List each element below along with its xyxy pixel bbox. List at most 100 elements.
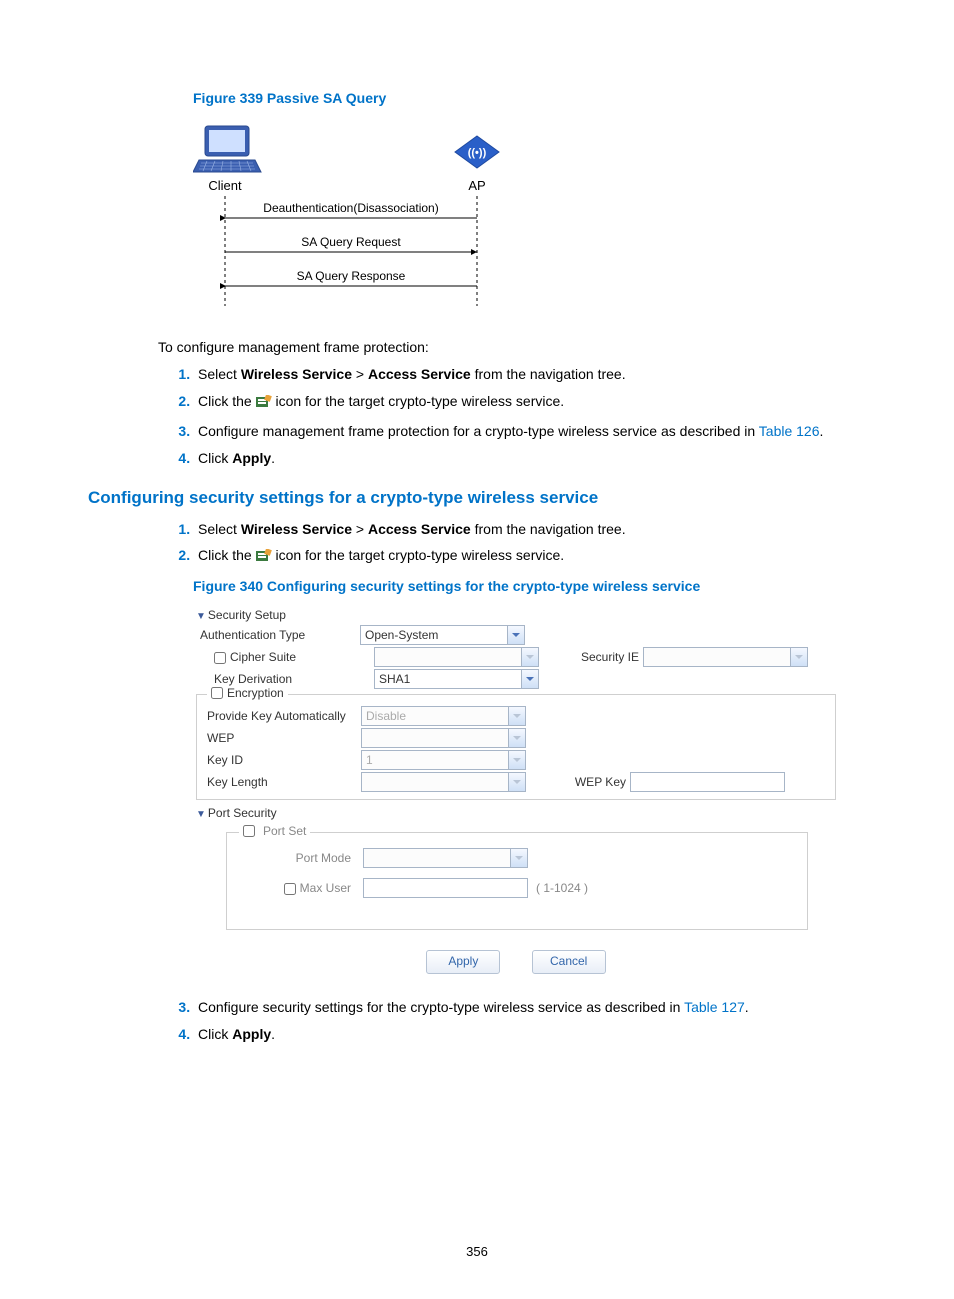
key-derivation-select[interactable]: SHA1 [374, 669, 539, 689]
text: icon for the target crypto-type wireless… [272, 393, 565, 409]
port-security-toggle[interactable]: ▼Port Security [196, 804, 836, 822]
cipher-suite-select[interactable] [374, 647, 539, 667]
step-a-1: Select Wireless Service > Access Service… [194, 365, 866, 384]
text: Click [198, 1026, 232, 1042]
access-service-bold: Access Service [368, 521, 471, 537]
steps-list-b-part1: Select Wireless Service > Access Service… [158, 520, 866, 569]
port-set-checkbox[interactable] [243, 825, 255, 837]
diagram-client-label: Client [208, 178, 242, 193]
chevron-down-icon [508, 751, 525, 769]
max-user-label: Max User [237, 881, 363, 895]
auth-type-value: Open-System [365, 628, 438, 642]
service-edit-icon [256, 549, 272, 568]
text: from the navigation tree. [471, 521, 626, 537]
security-setup-toggle[interactable]: ▼Security Setup [196, 606, 836, 624]
wireless-service-bold: Wireless Service [241, 366, 352, 382]
diagram-msg-3: SA Query Response [297, 269, 406, 283]
wep-label: WEP [203, 731, 361, 745]
text: > [352, 521, 368, 537]
chevron-down-icon [790, 648, 807, 666]
step-b-3: Configure security settings for the cryp… [194, 998, 866, 1017]
key-length-label: Key Length [203, 775, 361, 789]
cipher-suite-checkbox[interactable] [214, 652, 226, 664]
table-127-link[interactable]: Table 127 [684, 999, 745, 1015]
wep-select[interactable] [361, 728, 526, 748]
port-security-header-label: Port Security [208, 806, 277, 820]
intro-text-1: To configure management frame protection… [158, 339, 866, 355]
chevron-down-icon [521, 670, 538, 688]
wireless-service-bold: Wireless Service [241, 521, 352, 537]
diagram-msg-1: Deauthentication(Disassociation) [263, 201, 438, 215]
provide-key-value: Disable [366, 709, 406, 723]
text: Select [198, 366, 241, 382]
encryption-group: Encryption Provide Key Automatically Dis… [196, 694, 836, 800]
wep-key-input[interactable] [630, 772, 785, 792]
chevron-down-icon [508, 773, 525, 791]
figure-340-caption: Figure 340 Configuring security settings… [193, 578, 866, 594]
access-service-bold: Access Service [368, 366, 471, 382]
security-setup-panel: ▼Security Setup Authentication Type Open… [196, 606, 836, 974]
key-id-value: 1 [366, 753, 373, 767]
provide-key-select[interactable]: Disable [361, 706, 526, 726]
key-id-label: Key ID [203, 753, 361, 767]
wep-key-label: WEP Key [556, 775, 630, 789]
port-mode-select[interactable] [363, 848, 528, 868]
provide-key-label: Provide Key Automatically [203, 709, 361, 723]
security-ie-label: Security IE [569, 650, 643, 664]
cancel-button[interactable]: Cancel [532, 950, 606, 974]
service-edit-icon [256, 395, 272, 414]
max-user-hint: ( 1-1024 ) [536, 881, 588, 895]
key-derivation-label: Key Derivation [196, 672, 374, 686]
steps-list-b-part2: Configure security settings for the cryp… [158, 998, 866, 1044]
encryption-legend-text: Encryption [227, 686, 284, 700]
text: > [352, 366, 368, 382]
cipher-suite-label: Cipher Suite [196, 650, 374, 664]
max-user-input[interactable] [363, 878, 528, 898]
step-b-4: Click Apply. [194, 1025, 866, 1044]
port-set-legend-text: Port Set [263, 824, 306, 838]
diagram-ap-label: AP [468, 178, 485, 193]
max-user-label-text: Max User [300, 881, 351, 895]
chevron-down-icon [508, 729, 525, 747]
steps-list-a: Select Wireless Service > Access Service… [158, 365, 866, 468]
port-set-group: Port Set Port Mode Max User ( 1-1024 ) [226, 832, 808, 930]
security-ie-select[interactable] [643, 647, 808, 667]
text: . [271, 450, 275, 466]
max-user-checkbox[interactable] [284, 883, 296, 895]
step-a-4: Click Apply. [194, 449, 866, 468]
step-b-1: Select Wireless Service > Access Service… [194, 520, 866, 539]
chevron-down-icon [521, 648, 538, 666]
text: . [271, 1026, 275, 1042]
port-mode-label: Port Mode [237, 851, 363, 865]
security-setup-header-label: Security Setup [208, 608, 286, 622]
chevron-down-icon [510, 849, 527, 867]
text: . [820, 423, 824, 439]
key-derivation-value: SHA1 [379, 672, 410, 686]
text: Click [198, 450, 232, 466]
svg-text:((•)): ((•)) [468, 147, 487, 159]
step-a-3: Configure management frame protection fo… [194, 422, 866, 441]
text: Click the [198, 393, 256, 409]
text: Configure management frame protection fo… [198, 423, 759, 439]
apply-bold: Apply [232, 1026, 271, 1042]
auth-type-label: Authentication Type [196, 628, 360, 642]
text: from the navigation tree. [471, 366, 626, 382]
encryption-checkbox[interactable] [211, 687, 223, 699]
chevron-down-icon [508, 707, 525, 725]
step-b-2: Click the icon for the target crypto-typ… [194, 546, 866, 568]
key-id-select[interactable]: 1 [361, 750, 526, 770]
auth-type-select[interactable]: Open-System [360, 625, 525, 645]
cipher-suite-label-text: Cipher Suite [230, 650, 296, 664]
step-a-2: Click the icon for the target crypto-typ… [194, 392, 866, 414]
section-heading-configuring-security: Configuring security settings for a cryp… [88, 488, 866, 508]
text: Configure security settings for the cryp… [198, 999, 684, 1015]
text: Click the [198, 547, 256, 563]
chevron-down-icon [507, 626, 524, 644]
table-126-link[interactable]: Table 126 [759, 423, 820, 439]
page-number: 356 [88, 1244, 866, 1259]
key-length-select[interactable] [361, 772, 526, 792]
apply-bold: Apply [232, 450, 271, 466]
figure-339-caption: Figure 339 Passive SA Query [193, 90, 866, 106]
text: Select [198, 521, 241, 537]
apply-button[interactable]: Apply [426, 950, 500, 974]
